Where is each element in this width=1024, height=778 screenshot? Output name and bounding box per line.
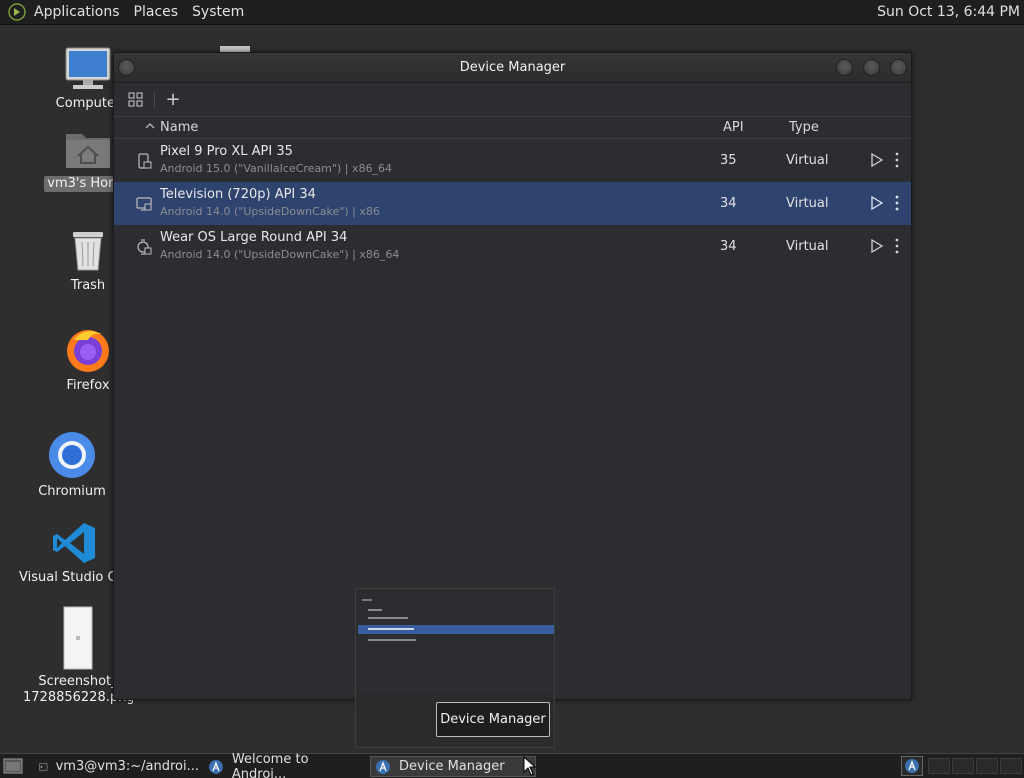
tray-android-studio[interactable] (901, 756, 923, 776)
table-header: Name API Type (114, 117, 911, 139)
add-device-button[interactable]: + (163, 89, 183, 110)
desktop-icon-label: Firefox (66, 378, 110, 393)
device-details: Android 14.0 ("UpsideDownCake") | x86 (160, 205, 380, 218)
device-row[interactable]: Pixel 9 Pro XL API 35 Android 15.0 ("Van… (114, 139, 911, 182)
workspace-1[interactable] (928, 758, 950, 774)
workspace-4[interactable] (1000, 758, 1022, 774)
column-header-type[interactable]: Type (789, 120, 819, 135)
device-row[interactable]: Television (720p) API 34 Android 14.0 ("… (114, 182, 911, 225)
device-name: Television (720p) API 34 (160, 187, 316, 202)
firefox-icon (67, 330, 109, 372)
device-api: 35 (720, 153, 737, 168)
more-options-icon[interactable] (894, 151, 900, 169)
places-menu[interactable]: Places (134, 4, 179, 20)
top-panel: Applications Places System Sun Oct 13, 6… (0, 0, 1024, 25)
device-details: Android 15.0 ("VanillaIceCream") | x86_6… (160, 162, 392, 175)
watch-device-icon (137, 239, 152, 255)
device-type: Virtual (786, 239, 829, 254)
applications-menu[interactable]: Applications (34, 4, 120, 20)
device-row[interactable]: Wear OS Large Round API 34 Android 14.0 … (114, 225, 911, 268)
minimize-button[interactable] (836, 59, 853, 76)
toolbar-separator (154, 90, 155, 109)
toolbar: + (114, 83, 911, 117)
maximize-button[interactable] (863, 59, 880, 76)
android-studio-icon (376, 759, 390, 774)
chromium-icon (49, 432, 95, 478)
image-file-icon (63, 606, 93, 670)
home-folder-icon (66, 134, 110, 168)
device-type: Virtual (786, 153, 829, 168)
column-header-api[interactable]: API (723, 120, 744, 135)
window-title: Device Manager (459, 60, 566, 75)
close-button[interactable] (890, 59, 907, 76)
window-menu-button[interactable] (118, 59, 135, 76)
device-api: 34 (720, 239, 737, 254)
device-name: Pixel 9 Pro XL API 35 (160, 144, 293, 159)
task-android-studio-welcome[interactable]: Welcome to Androi... (203, 752, 367, 778)
sort-ascending-icon[interactable] (144, 120, 156, 132)
device-api: 34 (720, 196, 737, 211)
more-options-icon[interactable] (894, 194, 900, 212)
preview-miniature (358, 593, 554, 693)
play-icon[interactable] (870, 152, 884, 168)
clock[interactable]: Sun Oct 13, 6:44 PM (877, 4, 1020, 20)
task-device-manager[interactable]: Device Manager (370, 756, 536, 777)
device-details: Android 14.0 ("UpsideDownCake") | x86_64 (160, 248, 400, 261)
show-desktop-icon[interactable] (3, 757, 23, 775)
window-titlebar[interactable]: Device Manager (114, 53, 911, 83)
play-icon[interactable] (870, 238, 884, 254)
workspace-2[interactable] (952, 758, 974, 774)
vscode-icon (53, 523, 95, 563)
terminal-icon (39, 763, 48, 770)
task-label: Device Manager (399, 759, 505, 774)
desktop-icon-label: Trash (70, 278, 106, 293)
task-terminal[interactable]: vm3@vm3:~/androi... (34, 756, 200, 777)
bottom-taskbar: vm3@vm3:~/androi... Welcome to Androi...… (0, 752, 1024, 778)
device-name: Wear OS Large Round API 34 (160, 230, 348, 245)
distro-logo-icon[interactable] (8, 3, 26, 21)
play-icon[interactable] (870, 195, 884, 211)
phone-device-icon (138, 153, 152, 169)
tv-device-icon (136, 197, 152, 211)
more-options-icon[interactable] (894, 237, 900, 255)
system-menu[interactable]: System (192, 4, 244, 20)
android-studio-icon (208, 759, 223, 774)
workspace-3[interactable] (976, 758, 998, 774)
mouse-cursor-icon (523, 756, 537, 776)
desktop-icon-label: Computer (55, 96, 121, 111)
android-studio-icon (905, 759, 919, 773)
device-type: Virtual (786, 196, 829, 211)
column-header-name[interactable]: Name (160, 120, 198, 135)
trash-icon (73, 232, 103, 271)
taskbar-tooltip: Device Manager (436, 702, 550, 737)
desktop-icon-label: Chromium (38, 484, 106, 499)
desktop-icon-chromium[interactable]: Chromium (17, 430, 127, 500)
grid-icon (128, 92, 143, 106)
task-label: vm3@vm3:~/androi... (55, 759, 199, 774)
computer-icon (65, 47, 111, 89)
group-devices-button[interactable] (126, 90, 146, 110)
task-label: Welcome to Androi... (231, 751, 309, 778)
